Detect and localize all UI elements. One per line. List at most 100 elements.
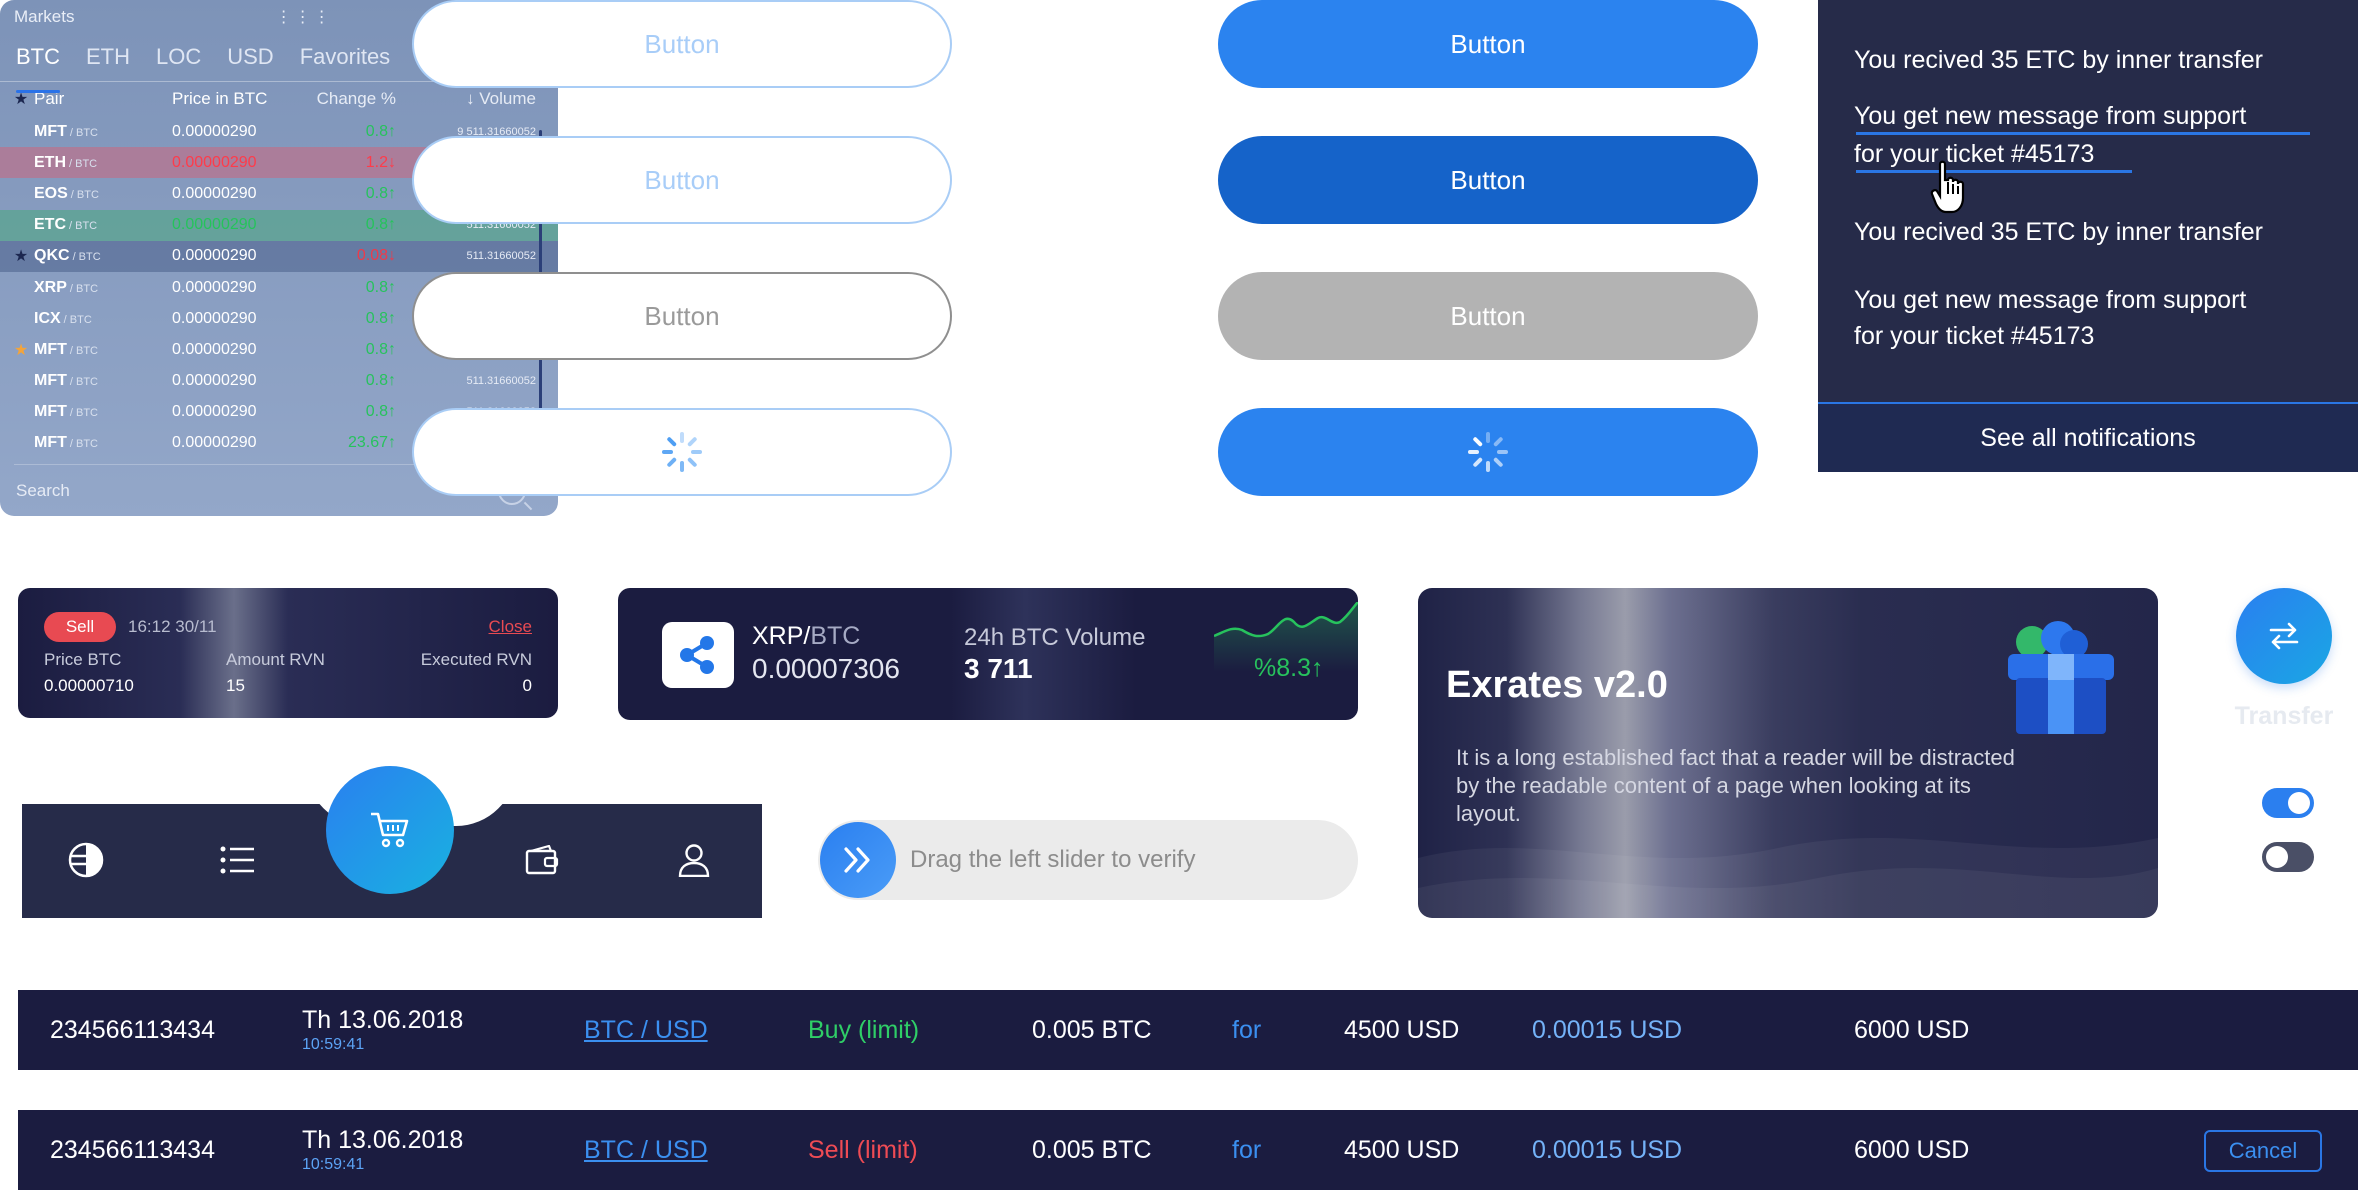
slider-instruction: Drag the left slider to verify: [910, 846, 1196, 873]
order-time: 10:59:41: [302, 1036, 365, 1053]
search-input[interactable]: Search: [16, 481, 70, 501]
pair-quote: / BTC: [72, 251, 101, 264]
pair-volume: 511.31660052: [466, 375, 536, 388]
order-sum: 6000 USD: [1854, 1016, 1970, 1044]
spinner-tick: [691, 450, 702, 454]
ticker-base: XRP/: [752, 622, 811, 650]
order-type: Buy (limit): [808, 1016, 920, 1044]
primary-button-pressed[interactable]: Button: [1218, 136, 1758, 224]
order-amount: 0.005 BTC: [1032, 1016, 1152, 1044]
outline-button-loading[interactable]: [412, 408, 952, 496]
order-id: 234566113434: [50, 1016, 215, 1044]
drag-handle-icon[interactable]: ⋮⋮⋮: [276, 7, 333, 27]
pair-base: ETH: [34, 153, 66, 171]
volume-value: 3 711: [964, 653, 1033, 684]
pair-name: MFT / BTC: [34, 403, 172, 421]
favorite-star-icon[interactable]: ★: [8, 246, 34, 266]
outline-button-hover[interactable]: Button: [412, 136, 952, 224]
cancel-order-button[interactable]: Cancel: [2204, 1130, 2322, 1172]
transfer-label: Transfer: [2234, 702, 2334, 730]
close-order-link[interactable]: Close: [489, 617, 532, 637]
nav-wallet-icon[interactable]: [522, 840, 562, 880]
pair-base: MFT: [34, 434, 67, 452]
notification-item-hover[interactable]: You get new message from support: [1854, 98, 2246, 135]
favorite-star-icon[interactable]: ★: [8, 340, 34, 360]
spinner-tick: [1472, 436, 1484, 448]
pair-quote: / BTC: [69, 376, 98, 389]
order-total: 4500 USD: [1344, 1136, 1460, 1164]
order-amount: 0.005 BTC: [1032, 1136, 1152, 1164]
order-date: Th 13.06.2018: [302, 1126, 464, 1154]
pair-price: 0.00000290: [172, 403, 257, 421]
pair-price: 0.00000290: [172, 247, 257, 265]
volume-label: 24h BTC Volume: [964, 624, 1146, 651]
tab-btc[interactable]: BTC: [16, 44, 60, 93]
primary-button[interactable]: Button: [1218, 0, 1758, 88]
spinner-tick: [666, 456, 678, 468]
order-time: 10:59:41: [302, 1156, 365, 1173]
tab-loc[interactable]: LOC: [156, 44, 201, 81]
toggle-off[interactable]: [2262, 842, 2314, 872]
pair-quote: / BTC: [69, 438, 98, 451]
notification-item[interactable]: You get new message from support: [1854, 282, 2246, 319]
pair-change: 0.8↑: [365, 184, 396, 202]
nav-markets-icon[interactable]: [66, 840, 106, 880]
nav-list-icon[interactable]: [218, 840, 258, 880]
column-volume[interactable]: ↓ Volume: [396, 89, 536, 109]
pair-quote: / BTC: [69, 220, 98, 233]
spinner-tick: [1497, 450, 1508, 454]
column-change[interactable]: Change %: [312, 89, 396, 109]
toggle-on[interactable]: [2262, 788, 2314, 818]
pair-base: MFT: [34, 340, 67, 358]
pair-base: EOS: [34, 184, 68, 202]
notification-item[interactable]: You recived 35 ETC by inner transfer: [1854, 42, 2263, 79]
pair-change: 0.8↑: [365, 122, 396, 140]
tab-usd[interactable]: USD: [227, 44, 273, 81]
promo-card[interactable]: Exrates v2.0 It is a long established fa…: [1418, 588, 2158, 918]
spinner-tick: [680, 432, 684, 443]
ticker-card[interactable]: XRP/BTC 0.00007306 24h BTC Volume 3 711 …: [618, 588, 1358, 720]
notification-item[interactable]: You recived 35 ETC by inner transfer: [1854, 214, 2263, 251]
list-item[interactable]: MFT/ BTC0.000002900.8↑511.31660052: [0, 366, 558, 397]
tab-favorites[interactable]: Favorites: [300, 44, 390, 81]
spinner-tick: [680, 461, 684, 472]
primary-button-disabled[interactable]: Button: [1218, 272, 1758, 360]
pair-change: 0.08↓: [356, 247, 396, 265]
for-label: for: [1232, 1136, 1262, 1164]
slide-to-verify[interactable]: Drag the left slider to verify: [818, 820, 1358, 900]
outline-button[interactable]: Button: [412, 0, 952, 88]
transfer-button[interactable]: [2236, 588, 2332, 684]
primary-button-loading[interactable]: [1218, 408, 1758, 496]
hand-cursor-icon: [1930, 160, 1965, 214]
pair-price: 0.00000290: [172, 122, 257, 140]
outline-button-disabled[interactable]: Button: [412, 272, 952, 360]
pair-base: XRP: [34, 278, 67, 296]
hover-underline: [1856, 170, 2132, 173]
pair-price: 0.00000290: [172, 184, 257, 202]
nav-profile-icon[interactable]: [674, 840, 714, 880]
pair-link[interactable]: BTC / USD: [584, 1136, 708, 1165]
pair-link[interactable]: BTC / USD: [584, 1016, 708, 1045]
list-item[interactable]: ★ QKC / BTC 0.00000290 0.08↓ 511.31660052: [0, 240, 558, 272]
pair-name: ETH / BTC: [34, 154, 172, 172]
notification-item-hover-line2[interactable]: for your ticket #45173: [1854, 136, 2094, 173]
bottom-navigation: [22, 766, 762, 918]
promo-title: Exrates v2.0: [1446, 664, 1668, 706]
nav-cart-button[interactable]: [326, 766, 454, 894]
pair-change: 0.8↑: [365, 278, 396, 296]
pair-price: 0.00000290: [172, 216, 257, 234]
order-total: 4500 USD: [1344, 1016, 1460, 1044]
spinner-tick: [1492, 456, 1504, 468]
slider-handle[interactable]: [820, 822, 896, 898]
order-type: Sell (limit): [808, 1136, 918, 1164]
toggle-knob: [2288, 792, 2310, 814]
column-price[interactable]: Price in BTC: [172, 89, 312, 109]
tab-eth[interactable]: ETH: [86, 44, 130, 81]
amount-label: Amount RVN: [226, 650, 325, 669]
notification-item-line2[interactable]: for your ticket #45173: [1854, 318, 2094, 355]
executed-label: Executed RVN: [420, 650, 532, 669]
order-rate: 0.00015 USD: [1532, 1016, 1683, 1044]
see-all-notifications-button[interactable]: See all notifications: [1818, 402, 2358, 472]
pair-quote: / BTC: [69, 407, 98, 420]
notifications-panel: You recived 35 ETC by inner transfer You…: [1818, 0, 2358, 472]
